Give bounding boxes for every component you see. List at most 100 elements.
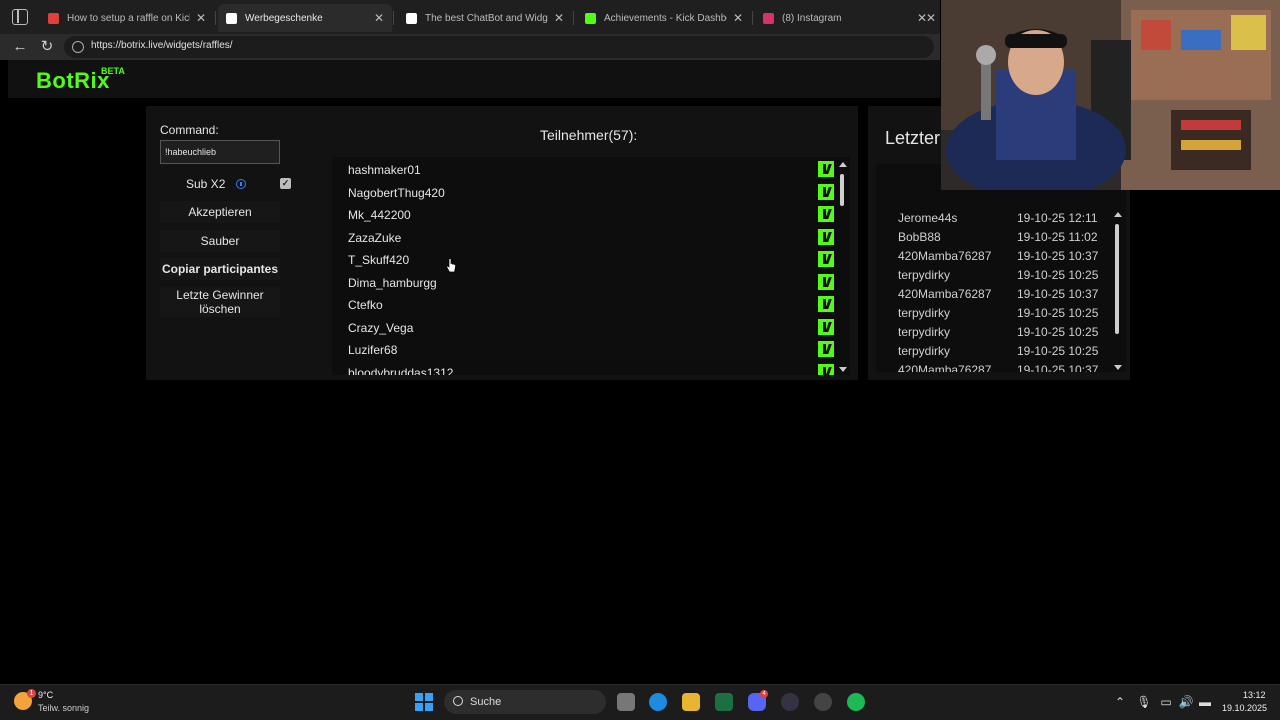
participants-list[interactable]: hashmaker01 NagobertThug420 Mk_442200 ZazaZ… [332, 157, 850, 375]
info-icon[interactable] [236, 179, 246, 189]
browser-tab[interactable]: Werbegeschenke ✕ [218, 4, 392, 32]
microphone-icon[interactable]: 🎙 [1136, 694, 1152, 710]
windows-start-icon[interactable] [415, 693, 433, 711]
clock-date[interactable]: 19.10.2025 [1222, 703, 1267, 713]
tab-close-icon[interactable]: ✕ [554, 11, 564, 25]
close-window-icon[interactable]: ✕ [912, 4, 938, 32]
scroll-down-icon[interactable] [839, 367, 847, 372]
scroll-thumb[interactable] [1115, 224, 1119, 334]
task-view-icon[interactable] [617, 693, 635, 711]
tab-title: Werbegeschenke [245, 12, 323, 24]
sub-x2-label: Sub X2 [186, 177, 226, 191]
participant-name: ZazaZuke [348, 230, 402, 245]
command-input[interactable] [160, 140, 280, 164]
winner-name: terpydirky [898, 306, 951, 320]
webcam-overlay [941, 0, 1280, 190]
accept-button[interactable]: Akzeptieren [160, 201, 280, 223]
close-icon[interactable]: ✕ [926, 11, 936, 25]
winners-scrollbar[interactable] [1113, 212, 1123, 370]
file-explorer-icon[interactable] [682, 693, 700, 711]
copy-participants-button[interactable]: Copiar participantes [160, 258, 280, 280]
winner-date: 19-10-25 10:25 [1017, 268, 1099, 282]
tab-separator [573, 11, 574, 25]
display-icon[interactable]: ▭ [1158, 694, 1174, 710]
winner-row: 420Mamba76287 19-10-25 10:37 [898, 361, 1108, 372]
search-icon [453, 696, 463, 706]
winner-row: BobB88 19-10-25 11:02 [898, 228, 1108, 247]
kick-icon [818, 161, 834, 177]
tab-actions-icon[interactable] [12, 9, 28, 25]
winner-name: terpydirky [898, 325, 951, 339]
tab-favicon-icon [48, 12, 59, 24]
url-field[interactable]: https://botrix.live/widgets/raffles/ [64, 36, 934, 58]
participant-row[interactable]: Luzifer68 [348, 339, 834, 361]
participant-row[interactable]: ZazaZuke [348, 227, 834, 249]
participant-row[interactable]: T_Skuff420 [348, 249, 834, 271]
participant-row[interactable]: Crazy_Vega [348, 317, 834, 339]
winners-list[interactable]: Jerome44s 19-10-25 12:11 BobB88 19-10-25 11… [876, 164, 1126, 372]
browser-tab[interactable]: Achievements - Kick Dashboard ✕ [577, 4, 751, 32]
battery-icon[interactable]: ▬ [1197, 694, 1213, 710]
scroll-up-icon[interactable] [839, 162, 847, 167]
scroll-up-icon[interactable] [1114, 212, 1122, 217]
clock-time[interactable]: 13:12 [1243, 690, 1266, 700]
tab-separator [752, 11, 753, 25]
weather-badge: 1 [27, 689, 36, 698]
kick-icon [818, 273, 834, 290]
participant-row[interactable]: NagobertThug420 [348, 182, 834, 204]
winner-row: 420Mamba76287 19-10-25 10:37 [898, 247, 1108, 266]
browser-tab[interactable]: How to setup a raffle on Kick usin ✕ [40, 4, 214, 32]
participant-row[interactable]: hashmaker01 [348, 159, 834, 181]
clear-winners-button[interactable]: Letzte Gewinner löschen [160, 287, 280, 317]
beta-badge: BETA [101, 66, 125, 76]
chevron-up-icon[interactable]: ⌃ [1112, 694, 1128, 710]
scroll-down-icon[interactable] [1114, 365, 1122, 370]
winner-date: 19-10-25 10:25 [1017, 306, 1099, 320]
reload-icon[interactable]: ↻ [38, 38, 56, 56]
back-arrow-icon[interactable]: ← [11, 38, 29, 56]
winner-row: terpydirky 19-10-25 10:25 [898, 304, 1108, 323]
volume-icon[interactable]: 🔊 [1178, 694, 1194, 710]
taskbar-search[interactable]: Suche [444, 690, 606, 714]
spotify-icon[interactable] [847, 693, 865, 711]
participant-name: Ctefko [348, 298, 383, 312]
obs-icon[interactable] [814, 693, 832, 711]
tab-title: Achievements - Kick Dashboard [604, 12, 727, 24]
participant-name: T_Skuff420 [348, 253, 410, 267]
participant-row[interactable]: bloodybruddas1312 [348, 362, 834, 375]
tab-close-icon[interactable]: ✕ [733, 11, 743, 25]
tab-favicon-icon [406, 12, 417, 24]
winner-date: 19-10-25 10:37 [1017, 287, 1099, 301]
edge-icon[interactable] [649, 693, 667, 711]
clean-button[interactable]: Sauber [160, 230, 280, 252]
scroll-thumb[interactable] [840, 174, 844, 206]
kick-icon [818, 183, 834, 200]
participant-row[interactable]: Ctefko [348, 294, 834, 316]
tab-close-icon[interactable]: ✕ [374, 11, 384, 25]
winner-date: 19-10-25 10:25 [1017, 325, 1099, 339]
kick-icon [818, 228, 834, 245]
kick-icon [818, 341, 834, 357]
tab-close-icon[interactable]: ✕ [196, 11, 206, 25]
participants-scrollbar[interactable] [838, 162, 848, 374]
participant-name: Mk_442200 [348, 208, 411, 222]
winner-name: BobB88 [898, 230, 941, 244]
browser-tab[interactable]: The best ChatBot and Widgets for ✕ [398, 4, 572, 32]
tab-separator [393, 11, 394, 25]
participant-row[interactable]: Mk_442200 [348, 204, 834, 226]
search-label: Suche [470, 696, 502, 708]
sub-x2-checkbox[interactable]: ✓ [280, 178, 291, 189]
winner-date: 19-10-25 11:02 [1017, 230, 1098, 244]
winner-date: 19-10-25 10:37 [1017, 249, 1099, 263]
weather-desc: Teilw. sonnig [38, 703, 90, 713]
participant-name: Dima_hamburgg [348, 275, 437, 290]
winner-date: 19-10-25 10:25 [1017, 344, 1099, 358]
excel-icon[interactable] [715, 693, 733, 711]
winner-name: terpydirky [898, 268, 951, 282]
site-info-icon[interactable] [72, 41, 84, 53]
browser-tab[interactable]: (8) Instagram ✕ [755, 4, 935, 32]
participant-row[interactable]: Dima_hamburgg [348, 272, 834, 294]
audio-app-icon[interactable] [781, 693, 799, 711]
winner-date: 19-10-25 12:11 [1017, 211, 1098, 225]
botrix-logo[interactable]: BotRix [36, 68, 110, 94]
